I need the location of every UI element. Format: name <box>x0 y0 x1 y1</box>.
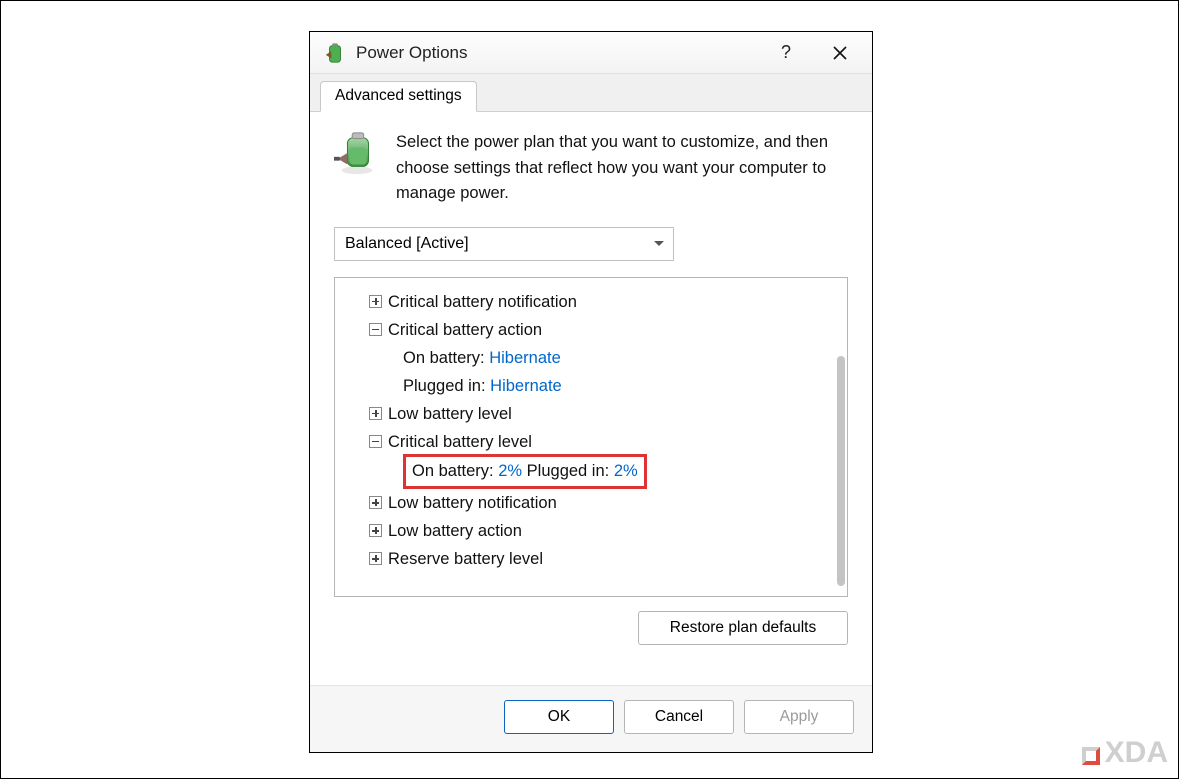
tree-node-reserve-battery-level[interactable]: Reserve battery level <box>369 545 843 573</box>
tree-node-critical-battery-action[interactable]: Critical battery action <box>369 316 843 344</box>
xda-watermark: XDA <box>1082 736 1168 770</box>
battery-icon <box>324 42 346 64</box>
dialog-body: Select the power plan that you want to c… <box>310 112 872 685</box>
tab-advanced-settings[interactable]: Advanced settings <box>320 81 477 112</box>
battery-plug-icon <box>334 130 380 207</box>
collapse-icon[interactable] <box>369 435 382 448</box>
restore-row: Restore plan defaults <box>334 597 848 659</box>
ok-button[interactable]: OK <box>504 700 614 734</box>
tree-node-low-battery-notification[interactable]: Low battery notification <box>369 489 843 517</box>
cancel-button[interactable]: Cancel <box>624 700 734 734</box>
setting-on-battery[interactable]: On batteryHibernate <box>403 349 561 367</box>
tree-node-critical-battery-level[interactable]: Critical battery level <box>369 428 843 456</box>
expand-icon[interactable] <box>369 524 382 537</box>
close-icon <box>833 46 847 60</box>
setting-on-battery[interactable]: On battery2% <box>412 462 527 480</box>
xda-logo-icon <box>1082 747 1100 765</box>
help-button[interactable]: ? <box>764 35 808 71</box>
titlebar: Power Options ? <box>310 32 872 74</box>
tree-node-low-battery-level[interactable]: Low battery level <box>369 400 843 428</box>
expand-icon[interactable] <box>369 295 382 308</box>
tab-strip: Advanced settings <box>310 74 872 112</box>
close-button[interactable] <box>818 35 862 71</box>
power-options-dialog: Power Options ? Advanced settings <box>309 31 873 753</box>
expand-icon[interactable] <box>369 407 382 420</box>
tree-node-low-battery-action[interactable]: Low battery action <box>369 517 843 545</box>
restore-plan-defaults-button[interactable]: Restore plan defaults <box>638 611 848 645</box>
scrollbar-thumb[interactable] <box>837 356 845 586</box>
tree-children: On batteryHibernate Plugged inHibernate <box>369 344 843 400</box>
expand-icon[interactable] <box>369 496 382 509</box>
collapse-icon[interactable] <box>369 323 382 336</box>
power-plan-select[interactable]: Balanced [Active] <box>334 227 674 261</box>
window-title: Power Options <box>356 43 754 63</box>
highlighted-settings: On battery2% Plugged in2% <box>403 454 647 489</box>
apply-button: Apply <box>744 700 854 734</box>
dialog-footer: OK Cancel Apply <box>310 685 872 752</box>
tree-node-critical-battery-notification[interactable]: Critical battery notification <box>369 288 843 316</box>
setting-plugged-in[interactable]: Plugged in2% <box>527 462 638 480</box>
tree-children-highlighted: On battery2% Plugged in2% <box>369 456 843 489</box>
plan-select-wrap: Balanced [Active] <box>334 227 674 261</box>
expand-icon[interactable] <box>369 552 382 565</box>
settings-tree[interactable]: Critical battery notification Critical b… <box>334 277 848 597</box>
intro-row: Select the power plan that you want to c… <box>334 130 848 207</box>
intro-text: Select the power plan that you want to c… <box>396 130 848 207</box>
setting-plugged-in[interactable]: Plugged inHibernate <box>403 377 562 395</box>
